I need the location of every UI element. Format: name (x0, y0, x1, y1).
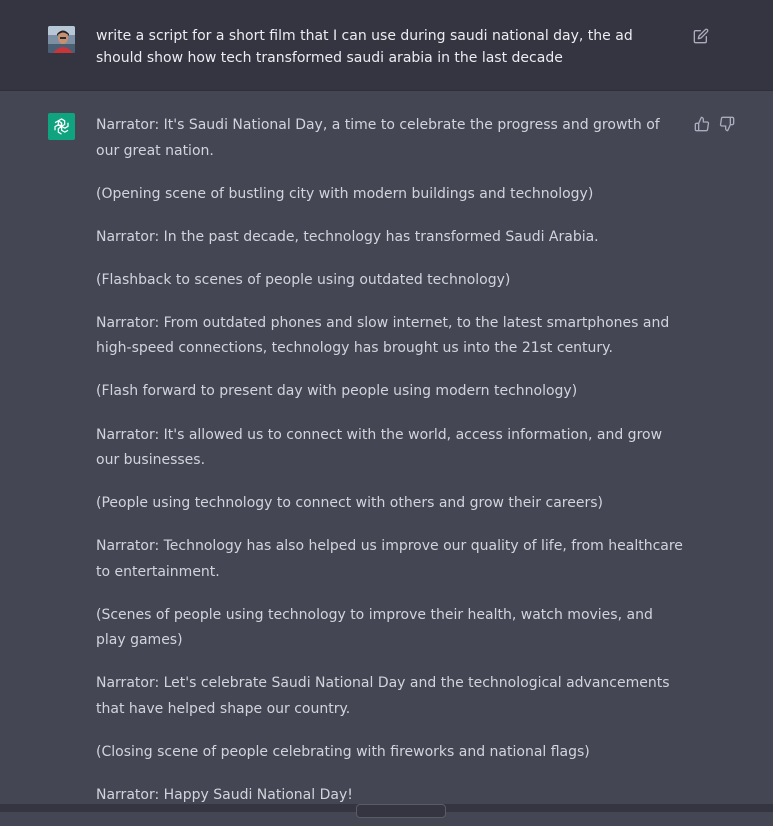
assistant-message: Narrator: It's Saudi National Day, a tim… (0, 91, 773, 812)
edit-icon[interactable] (693, 28, 709, 44)
reply-paragraph: (Opening scene of bustling city with mod… (96, 185, 594, 202)
thumbs-down-icon[interactable] (719, 116, 735, 132)
reply-paragraph: Narrator: In the past decade, technology… (96, 228, 599, 245)
reply-paragraph: (People using technology to connect with… (96, 495, 603, 512)
user-photo-avatar-icon (48, 26, 75, 53)
reply-paragraph: Narrator: From outdated phones and slow … (96, 314, 670, 357)
regenerate-button[interactable] (356, 804, 446, 818)
assistant-reply-text: Narrator: It's Saudi National Day, a tim… (96, 113, 686, 826)
reply-paragraph: Narrator: Let's celebrate Saudi National… (96, 675, 670, 717)
reply-paragraph: Narrator: It's allowed us to connect wit… (96, 426, 663, 469)
user-message: write a script for a short film that I c… (0, 0, 773, 91)
user-prompt-text: write a script for a short film that I c… (96, 28, 633, 66)
reply-paragraph: (Flashback to scenes of people using out… (96, 271, 511, 288)
reply-paragraph: Narrator: Technology has also helped us … (96, 538, 683, 580)
openai-logo-icon (48, 113, 75, 140)
reply-paragraph: (Closing scene of people celebrating wit… (96, 744, 590, 761)
reply-paragraph: (Flash forward to present day with peopl… (96, 383, 578, 400)
thumbs-up-icon[interactable] (694, 116, 710, 132)
reply-paragraph: (Scenes of people using technology to im… (96, 606, 653, 649)
user-avatar (48, 26, 75, 53)
reply-paragraph: Narrator: It's Saudi National Day, a tim… (96, 117, 660, 159)
